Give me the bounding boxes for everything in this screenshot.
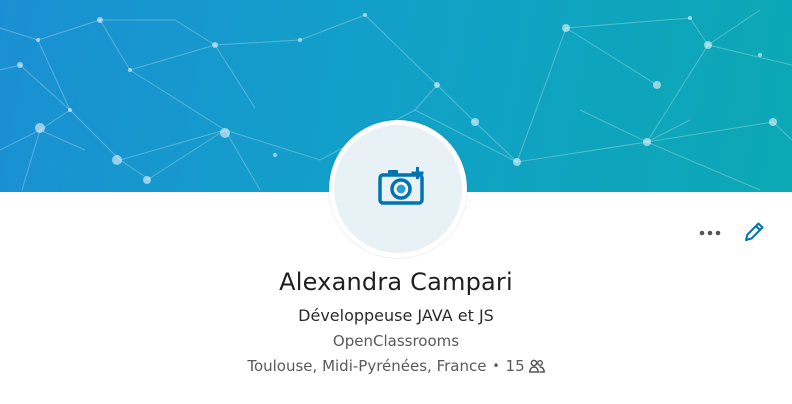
profile-photo-frame [329,120,467,258]
profile-headline: Développeuse JAVA et JS [298,306,494,325]
more-icon [699,230,721,236]
add-photo-button[interactable] [334,125,462,253]
connections-count[interactable]: 15 [506,357,525,375]
camera-add-icon [378,167,424,205]
location-connections-row: Toulouse, Midi-Pyrénées, France • 15 [0,357,792,375]
edit-profile-button[interactable] [740,218,768,246]
more-options-button[interactable] [694,221,726,245]
pencil-icon [745,222,764,241]
people-icon [528,359,545,373]
separator-dot: • [492,359,500,373]
profile-location: Toulouse, Midi-Pyrénées, France [247,357,487,375]
profile-company[interactable]: OpenClassrooms [0,332,792,350]
profile-name: Alexandra Campari [279,268,513,296]
